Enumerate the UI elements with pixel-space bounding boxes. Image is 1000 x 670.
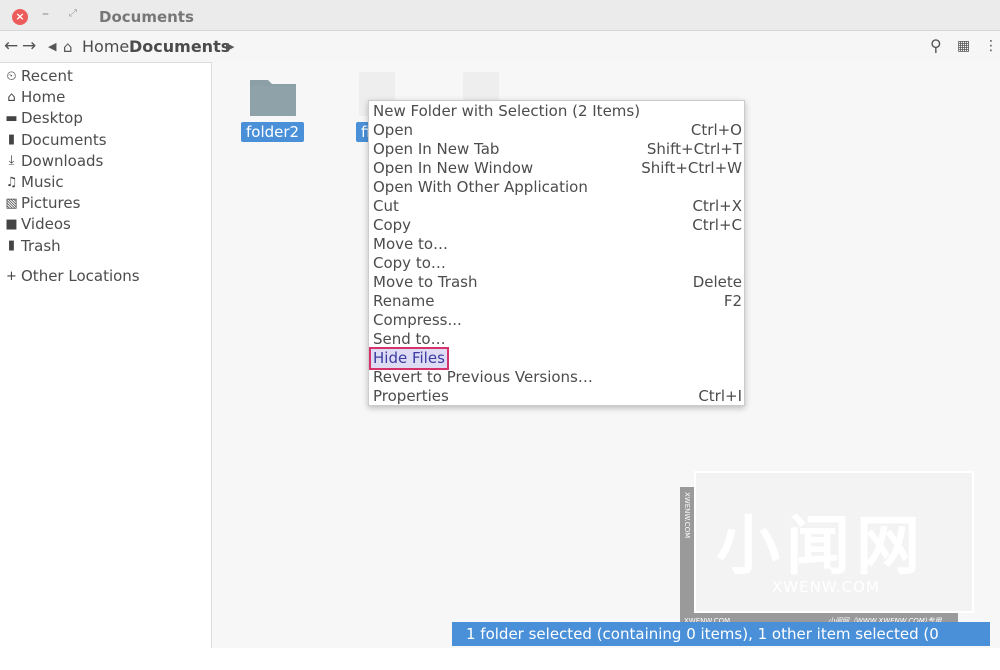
minimize-button[interactable]: – <box>42 6 49 22</box>
breadcrumb-right-icon[interactable]: ▶ <box>226 40 234 53</box>
menu-item-label: Rename <box>373 292 435 310</box>
desktop-icon: ▬ <box>5 110 18 126</box>
trash-icon: ▮ <box>7 238 16 254</box>
menu-item-label: Hide Files <box>369 347 449 370</box>
menu-item-label: Copy to… <box>373 254 446 272</box>
menu-item-new-folder-with-selection-2-items[interactable]: New Folder with Selection (2 Items) <box>373 102 742 121</box>
home-icon: ⌂ <box>7 89 16 105</box>
menu-item-shortcut: Ctrl+X <box>692 197 742 215</box>
folder-icon[interactable] <box>250 76 296 116</box>
sidebar-item-documents[interactable]: ▮ Documents <box>4 131 107 149</box>
sidebar-item-label: Trash <box>21 236 61 255</box>
menu-item-move-to-trash[interactable]: Move to Trash Delete <box>373 273 742 292</box>
menu-item-shortcut: F2 <box>723 292 742 310</box>
menu-item-shortcut: Ctrl+I <box>698 387 742 405</box>
menu-item-label: Open In New Tab <box>373 140 500 158</box>
sidebar-item-recent[interactable]: ⏲ Recent <box>4 67 73 85</box>
breadcrumb-documents[interactable]: Documents <box>129 37 230 56</box>
menu-item-label: Cut <box>373 197 399 215</box>
menu-item-label: Revert to Previous Versions… <box>373 368 593 386</box>
sidebar-item-label: Recent <box>21 67 73 85</box>
sidebar-item-label: Downloads <box>21 151 104 170</box>
sidebar-item-music[interactable]: ♫ Music <box>4 173 64 191</box>
menu-item-shortcut: Shift+Ctrl+W <box>641 159 742 177</box>
menu-item-move-to[interactable]: Move to… <box>373 235 742 254</box>
menu-item-label: Copy <box>373 216 412 234</box>
search-icon[interactable]: ⚲ <box>930 36 942 55</box>
menu-item-open-with-other-application[interactable]: Open With Other Application <box>373 178 742 197</box>
sidebar-item-videos[interactable]: ■ Videos <box>4 215 71 233</box>
menu-item-label: Move to… <box>373 235 449 253</box>
menu-item-label: New Folder with Selection (2 Items) <box>373 102 641 120</box>
menu-item-label: Open With Other Application <box>373 178 588 196</box>
menu-item-shortcut: Ctrl+C <box>692 216 742 234</box>
menu-item-revert-to-previous-versions[interactable]: Revert to Previous Versions… <box>373 368 742 387</box>
sidebar-item-desktop[interactable]: ▬ Desktop <box>4 109 83 127</box>
menu-item-label: Properties <box>373 387 449 405</box>
window-title: Documents <box>99 8 194 26</box>
menu-item-label: Move to Trash <box>373 273 478 291</box>
menu-item-cut[interactable]: Cut Ctrl+X <box>373 197 742 216</box>
forward-icon[interactable]: → <box>22 36 36 56</box>
file-label-folder2[interactable]: folder2 <box>241 122 305 142</box>
sidebar-item-pictures[interactable]: ▧ Pictures <box>4 194 80 212</box>
maximize-button[interactable]: ⤢ <box>69 8 77 19</box>
sidebar-item-home[interactable]: ⌂ Home <box>4 88 65 106</box>
clock-icon: ⏲ <box>6 68 17 84</box>
menu-item-shortcut: Ctrl+O <box>690 121 742 139</box>
home-icon: ⌂ <box>63 38 73 56</box>
picture-icon: ▧ <box>5 195 18 211</box>
menu-item-open-in-new-tab[interactable]: Open In New Tab Shift+Ctrl+T <box>373 140 742 159</box>
sidebar-item-label: Pictures <box>21 194 81 213</box>
sidebar-item-downloads[interactable]: ⤓ Downloads <box>4 151 104 170</box>
menu-item-hide-files[interactable]: Hide Files <box>369 347 742 370</box>
plus-icon: + <box>6 268 17 284</box>
sidebar-item-label: Desktop <box>21 109 83 128</box>
menu-item-label: Open In New Window <box>373 159 534 177</box>
menu-item-compress[interactable]: Compress... <box>373 311 742 330</box>
context-menu: New Folder with Selection (2 Items) Open C… <box>368 100 745 406</box>
sidebar-item-trash[interactable]: ▮ Trash <box>4 237 61 255</box>
menu-item-properties[interactable]: Properties Ctrl+I <box>373 387 742 406</box>
menu-item-shortcut: Delete <box>692 273 742 291</box>
breadcrumb-home[interactable]: Home <box>82 37 129 56</box>
menu-icon[interactable]: ⋮ <box>984 38 998 54</box>
watermark-logo: 小闻网 XWENW.COM <box>694 471 974 613</box>
grid-view-icon[interactable]: ▦ <box>957 38 970 54</box>
menu-item-shortcut: Shift+Ctrl+T <box>646 140 742 158</box>
menu-item-copy-to[interactable]: Copy to… <box>373 254 742 273</box>
status-bar: 1 folder selected (containing 0 items), … <box>452 622 990 667</box>
menu-item-label: Send to… <box>373 330 446 348</box>
back-icon[interactable]: ← <box>4 36 18 56</box>
sidebar-item-label: Home <box>21 88 66 107</box>
menu-item-rename[interactable]: Rename F2 <box>373 292 742 311</box>
menu-item-open[interactable]: Open Ctrl+O <box>373 121 742 140</box>
toolbar: ← → ◀ ⌂ Home Documents ▶ ⚲ ▦ ⋮ <box>0 31 1000 62</box>
sidebar-item-label: Other Locations <box>21 267 140 285</box>
sidebar <box>0 62 212 648</box>
breadcrumb-left-icon[interactable]: ◀ <box>48 40 56 53</box>
sidebar-item-other-locations[interactable]: + Other Locations <box>4 267 140 285</box>
video-icon: ■ <box>5 216 18 232</box>
menu-item-copy[interactable]: Copy Ctrl+C <box>373 216 742 235</box>
close-button[interactable]: × <box>12 9 28 25</box>
menu-item-label: Compress... <box>373 311 462 329</box>
document-icon: ▮ <box>7 132 16 148</box>
sidebar-item-label: Videos <box>21 215 71 234</box>
menu-item-label: Open <box>373 121 414 139</box>
sidebar-item-label: Music <box>21 173 64 191</box>
download-icon: ⤓ <box>8 153 15 169</box>
menu-item-open-in-new-window[interactable]: Open In New Window Shift+Ctrl+W <box>373 159 742 178</box>
titlebar: × – ⤢ Documents <box>0 0 1000 31</box>
music-icon: ♫ <box>5 174 18 190</box>
watermark-side-text: XWENW.COM <box>683 492 691 539</box>
menu-item-send-to[interactable]: Send to… <box>373 330 742 349</box>
sidebar-item-label: Documents <box>21 130 107 149</box>
